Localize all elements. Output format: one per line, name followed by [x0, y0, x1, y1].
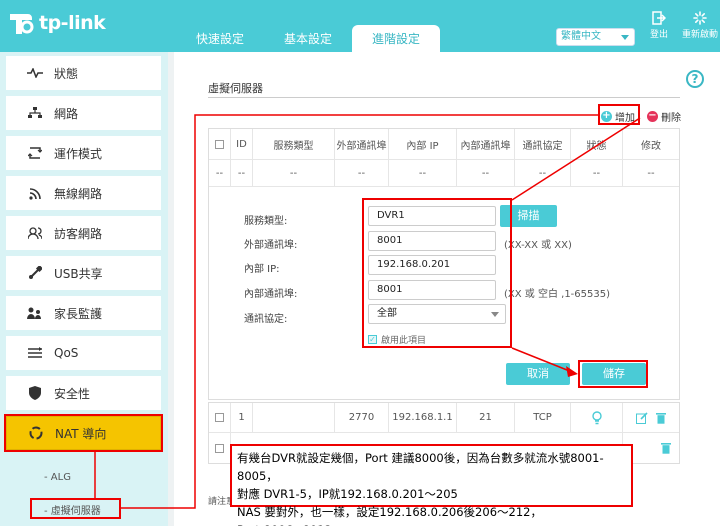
annotation-line: 對應 DVR1-5，IP就192.168.0.201～205 — [237, 487, 458, 501]
annotation-note: 有幾台DVR就設定幾個，Port 建議8000後，因為台數多就流水號8001-8… — [230, 444, 633, 526]
annotation-line: NAS 要對外，也一樣，設定192.168.0.206後206～212，Port… — [237, 505, 542, 526]
annotation-line: 有幾台DVR就設定幾個，Port 建議8000後，因為台數多就流水號8001-8… — [237, 451, 604, 483]
